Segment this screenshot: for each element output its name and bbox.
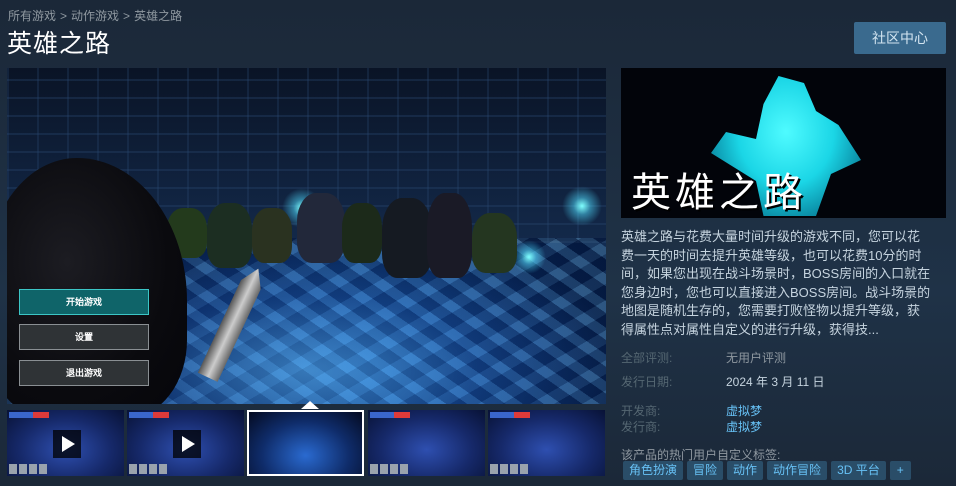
- quit-game-button[interactable]: 退出游戏: [19, 360, 149, 386]
- tag-list: 角色扮演 冒险 动作 动作冒险 3D 平台 +: [623, 461, 911, 480]
- monster: [472, 213, 517, 273]
- thumb-status-bars: [129, 412, 169, 418]
- thumbnail-video[interactable]: [127, 410, 244, 476]
- monster: [342, 203, 382, 263]
- monster: [252, 208, 292, 263]
- game-description: 英雄之路与花费大量时间升级的游戏不同，您可以花费一天的时间去提升英雄等级，也可以…: [621, 229, 931, 337]
- thumbnail-image[interactable]: [368, 410, 485, 476]
- play-icon: [173, 430, 201, 458]
- torch-glow: [512, 240, 546, 274]
- publisher-link[interactable]: 虚拟梦: [726, 418, 762, 435]
- breadcrumb: 所有游戏 > 动作游戏 > 英雄之路: [8, 7, 182, 24]
- thumb-status-bars: [370, 412, 410, 418]
- release-date-value: 2024 年 3 月 11 日: [726, 375, 825, 389]
- settings-button[interactable]: 设置: [19, 324, 149, 350]
- breadcrumb-separator: >: [123, 9, 131, 23]
- tag-action[interactable]: 动作: [727, 461, 764, 480]
- monster: [297, 193, 345, 263]
- developer-link[interactable]: 虚拟梦: [726, 402, 762, 419]
- monster: [382, 198, 432, 278]
- torch-glow: [562, 186, 602, 226]
- reviews-value: 无用户评测: [726, 351, 787, 365]
- thumb-item-slots: [370, 464, 410, 474]
- tag-rpg[interactable]: 角色扮演: [623, 461, 684, 480]
- breadcrumb-separator: >: [60, 9, 68, 23]
- tag-adventure[interactable]: 冒险: [687, 461, 724, 480]
- start-game-button[interactable]: 开始游戏: [19, 289, 149, 315]
- monster: [207, 203, 252, 268]
- reviews-label: 全部评测:: [621, 351, 673, 365]
- release-date-label: 发行日期:: [621, 375, 673, 389]
- developer-label: 开发商:: [621, 404, 661, 418]
- tag-3d-platformer[interactable]: 3D 平台: [831, 461, 886, 480]
- capsule-logo-text: 英雄之路: [631, 170, 807, 216]
- breadcrumb-action-games[interactable]: 动作游戏: [71, 9, 119, 23]
- page-title: 英雄之路: [7, 30, 112, 58]
- thumb-item-slots: [129, 464, 169, 474]
- add-tag-button[interactable]: +: [889, 461, 911, 480]
- main-screenshot[interactable]: 开始游戏 设置 退出游戏: [7, 68, 606, 404]
- tag-action-adventure[interactable]: 动作冒险: [767, 461, 828, 480]
- publisher-label: 发行商:: [621, 420, 661, 434]
- thumbnail-video[interactable]: [7, 410, 124, 476]
- play-icon: [53, 430, 81, 458]
- thumb-item-slots: [490, 464, 530, 474]
- thumbnail-image[interactable]: [488, 410, 605, 476]
- breadcrumb-all-games[interactable]: 所有游戏: [8, 9, 56, 23]
- game-capsule-image: 英雄之路: [621, 68, 946, 218]
- monster: [427, 193, 472, 278]
- thumb-status-bars: [9, 412, 49, 418]
- selected-thumb-arrow-icon: [301, 401, 319, 409]
- thumbnail-strip: [7, 401, 606, 486]
- breadcrumb-current-game[interactable]: 英雄之路: [134, 9, 182, 23]
- thumb-item-slots: [9, 464, 49, 474]
- thumb-status-bars: [490, 412, 530, 418]
- community-hub-button[interactable]: 社区中心: [854, 22, 946, 54]
- thumbnail-image-selected[interactable]: [247, 410, 364, 476]
